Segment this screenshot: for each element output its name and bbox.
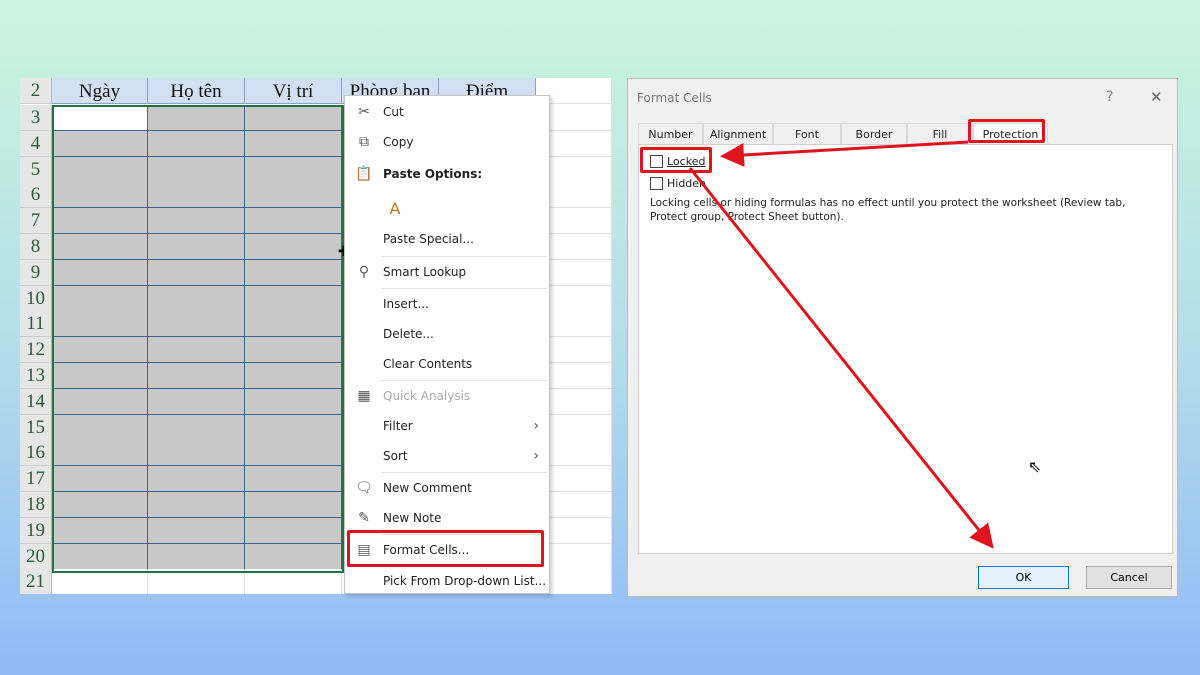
annotation-arrows xyxy=(688,140,994,549)
arrow-to-ok xyxy=(688,167,994,549)
arrow-to-locked xyxy=(720,140,969,167)
